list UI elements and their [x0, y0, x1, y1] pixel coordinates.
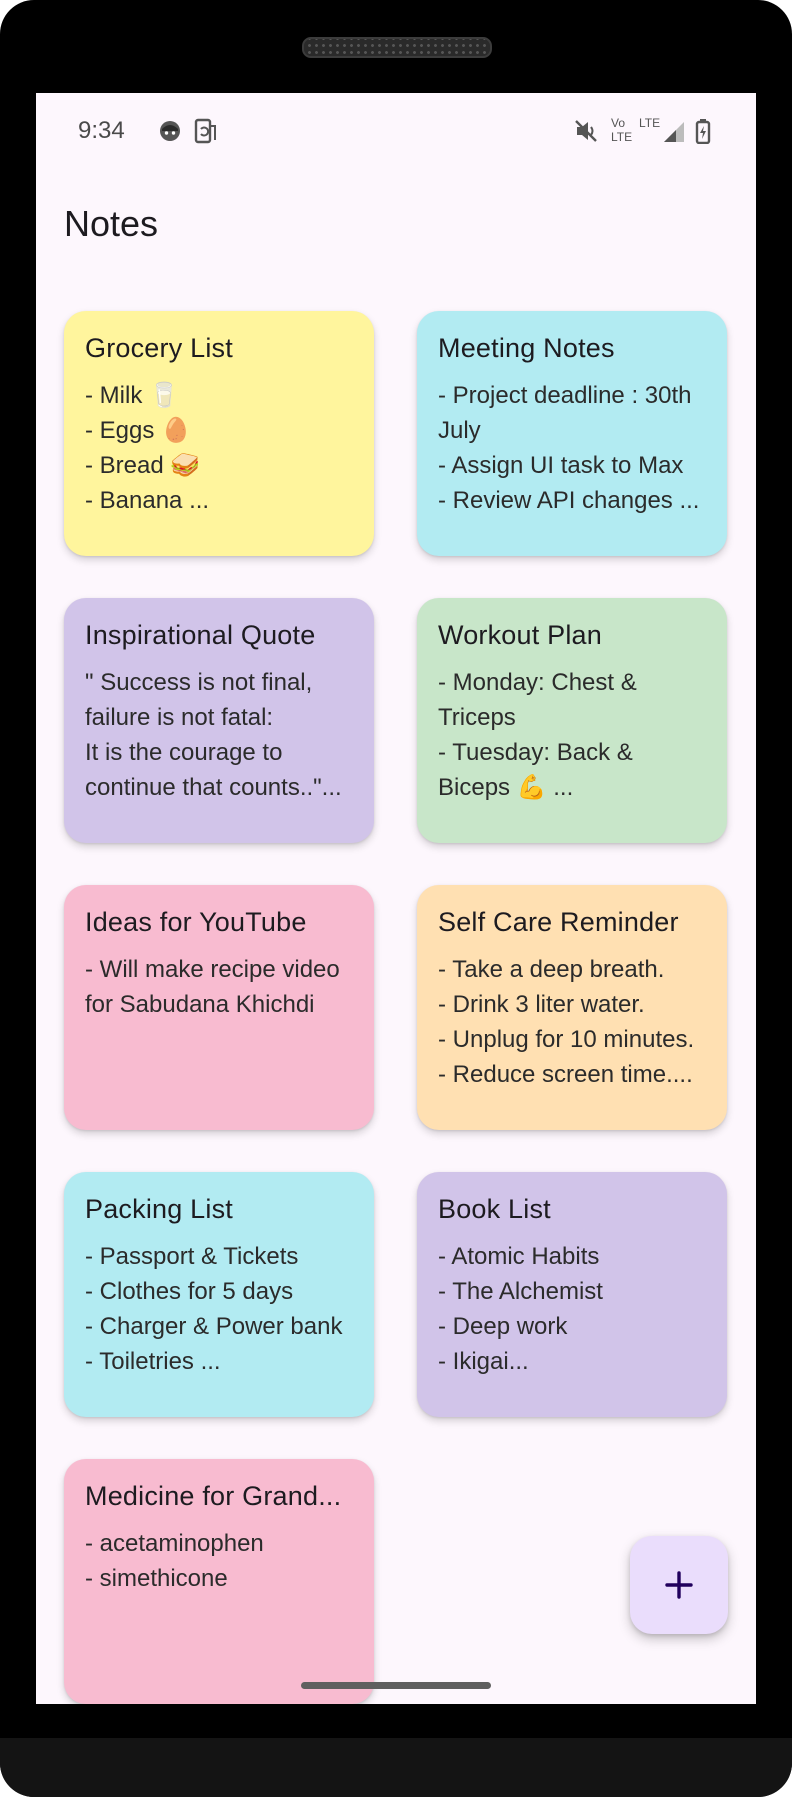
note-title: Grocery List: [85, 333, 233, 363]
signal-icon: [662, 118, 688, 144]
note-card[interactable]: Workout Plan - Monday: Chest & Triceps - …: [417, 598, 727, 843]
note-preview: - Passport & Tickets - Clothes for 5 day…: [85, 1243, 343, 1375]
page-title: Notes: [64, 203, 159, 244]
volte-label: Vo: [611, 116, 626, 130]
note-card[interactable]: Medicine for Grand... - acetaminophen - s…: [64, 1459, 374, 1704]
note-preview: - Milk 🥛 - Eggs 🥚 - Bread 🥪 - Banana ...: [85, 382, 210, 514]
note-title: Meeting Notes: [438, 333, 615, 363]
phone-frame: 9:34 Vo LTE LTE Notes Grocery List - Mil…: [0, 0, 792, 1797]
note-preview: - Monday: Chest & Triceps - Tuesday: Bac…: [438, 669, 637, 801]
note-preview: - Project deadline : 30th July - Assign …: [438, 382, 700, 514]
note-card[interactable]: Ideas for YouTube - Will make recipe vide…: [64, 885, 374, 1130]
lte-label-2: LTE: [639, 116, 661, 130]
note-title: Medicine for Grand...: [85, 1481, 342, 1511]
note-card[interactable]: Packing List - Passport & Tickets - Cloth…: [64, 1172, 374, 1417]
lte-label: LTE: [611, 130, 633, 144]
volte-lte-icon: Vo LTE LTE: [611, 116, 661, 148]
gesture-navigation-bar[interactable]: [301, 1682, 491, 1689]
note-preview: - Will make recipe video for Sabudana Kh…: [85, 956, 340, 1018]
note-card[interactable]: Grocery List - Milk 🥛 - Eggs 🥚 - Bread 🥪 …: [64, 311, 374, 556]
app-screen: 9:34 Vo LTE LTE Notes Grocery List - Mil…: [36, 93, 756, 1704]
note-preview: - acetaminophen - simethicone: [85, 1530, 264, 1592]
plus-icon: [665, 1571, 693, 1599]
note-preview: - Take a deep breath. - Drink 3 liter wa…: [438, 956, 695, 1088]
note-preview: " Success is not final, failure is not f…: [85, 669, 342, 801]
note-card[interactable]: Self Care Reminder - Take a deep breath. …: [417, 885, 727, 1130]
phone-chin: [0, 1738, 792, 1797]
mute-icon: [573, 118, 599, 144]
note-title: Inspirational Quote: [85, 620, 316, 650]
status-bar: 9:34 Vo LTE LTE: [36, 93, 756, 173]
note-title: Workout Plan: [438, 620, 602, 650]
note-title: Book List: [438, 1194, 551, 1224]
note-card[interactable]: Meeting Notes - Project deadline : 30th J…: [417, 311, 727, 556]
phone-rotate-icon: [191, 118, 217, 144]
battery-charging-icon: [692, 118, 718, 145]
note-title: Ideas for YouTube: [85, 907, 307, 937]
note-preview: - Atomic Habits - The Alchemist - Deep w…: [438, 1243, 603, 1375]
note-card[interactable]: Book List - Atomic Habits - The Alchemist…: [417, 1172, 727, 1417]
status-time: 9:34: [78, 117, 125, 144]
note-title: Packing List: [85, 1194, 233, 1224]
add-note-button[interactable]: [630, 1536, 728, 1634]
note-card[interactable]: Inspirational Quote " Success is not fina…: [64, 598, 374, 843]
note-title: Self Care Reminder: [438, 907, 679, 937]
speaker-grille: [302, 37, 492, 58]
face-notification-icon: [157, 118, 183, 144]
